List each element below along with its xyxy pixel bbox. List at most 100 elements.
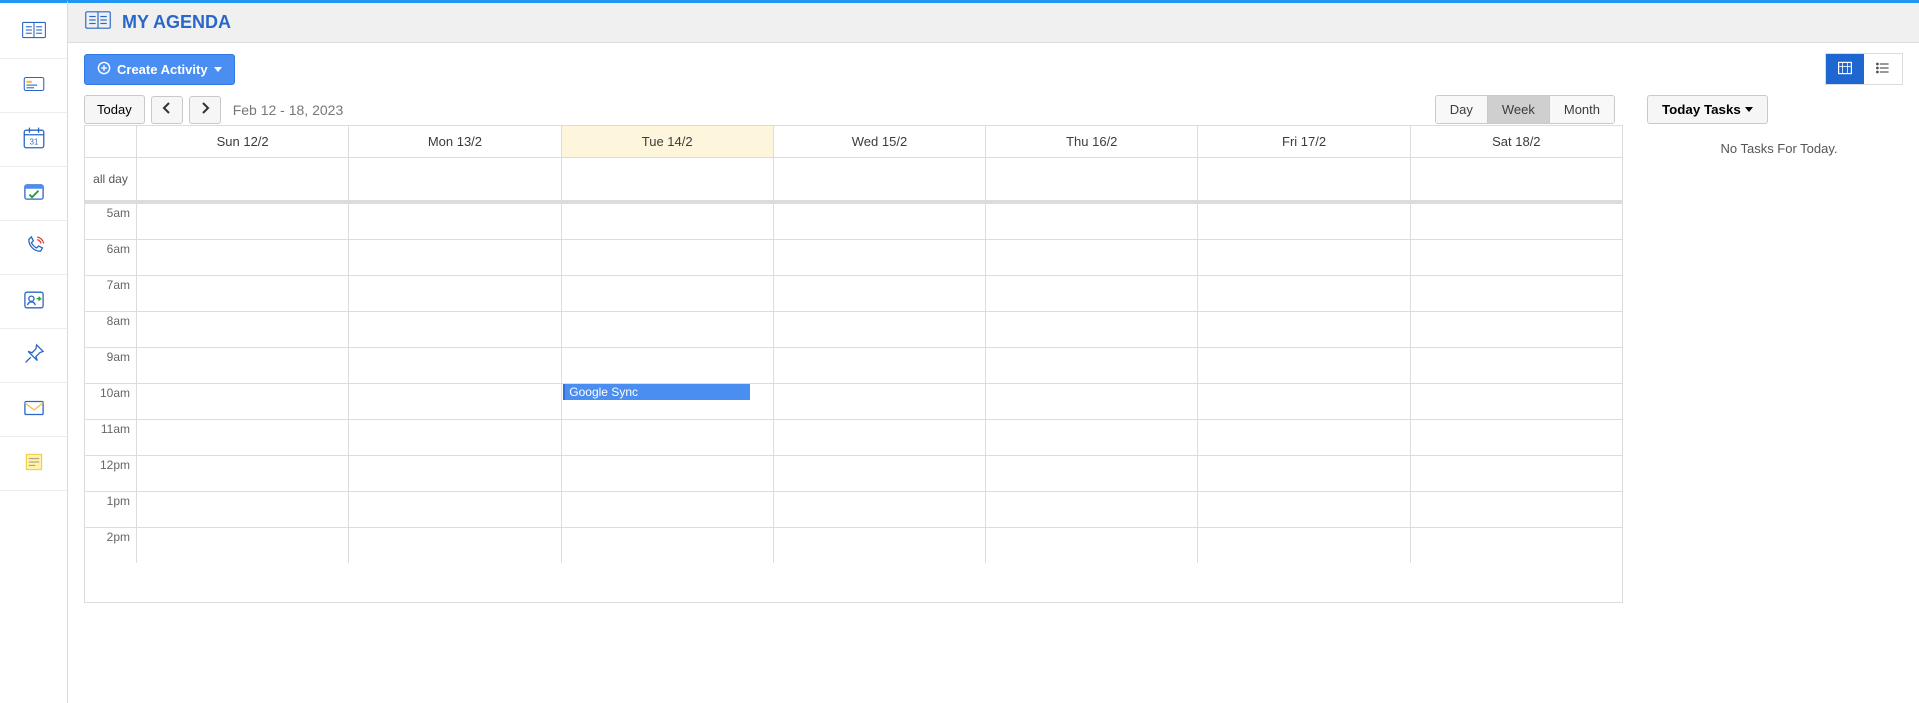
time-slot[interactable] xyxy=(562,491,774,527)
time-slot[interactable] xyxy=(137,455,349,491)
create-activity-button[interactable]: Create Activity xyxy=(84,54,235,85)
sidebar-item-notes[interactable] xyxy=(0,437,67,491)
time-slot[interactable] xyxy=(1198,527,1410,563)
time-slot[interactable] xyxy=(1411,383,1622,419)
time-slot[interactable] xyxy=(1411,275,1622,311)
time-slot[interactable] xyxy=(562,203,774,239)
time-slot[interactable] xyxy=(137,311,349,347)
time-slot[interactable] xyxy=(1411,455,1622,491)
time-slot[interactable] xyxy=(774,203,986,239)
all-day-cell[interactable] xyxy=(1411,158,1622,200)
time-slot[interactable] xyxy=(137,347,349,383)
layout-calendar-button[interactable] xyxy=(1826,54,1864,84)
time-slot[interactable] xyxy=(349,419,561,455)
calendar-event[interactable]: Google Sync xyxy=(563,384,750,400)
sidebar-item-calendar[interactable]: 31 xyxy=(0,113,67,167)
time-slot[interactable] xyxy=(349,311,561,347)
time-slot[interactable] xyxy=(562,419,774,455)
time-slot[interactable] xyxy=(774,383,986,419)
time-slot[interactable] xyxy=(1198,383,1410,419)
time-slot[interactable] xyxy=(349,239,561,275)
time-slot[interactable] xyxy=(774,239,986,275)
time-slot[interactable] xyxy=(562,239,774,275)
time-slot[interactable] xyxy=(1411,203,1622,239)
time-slot[interactable] xyxy=(562,311,774,347)
time-slot[interactable] xyxy=(1411,419,1622,455)
prev-button[interactable] xyxy=(151,96,183,124)
time-slot[interactable] xyxy=(986,491,1198,527)
time-slot[interactable] xyxy=(349,383,561,419)
view-mode-week[interactable]: Week xyxy=(1488,96,1550,123)
hour-row: 1pm xyxy=(85,491,1622,527)
time-slot[interactable] xyxy=(986,527,1198,563)
time-slot[interactable] xyxy=(774,527,986,563)
all-day-cell[interactable] xyxy=(986,158,1198,200)
time-slot[interactable] xyxy=(1411,491,1622,527)
all-day-cell[interactable] xyxy=(1198,158,1410,200)
time-slot[interactable] xyxy=(986,419,1198,455)
time-slot[interactable] xyxy=(1198,239,1410,275)
all-day-cell[interactable] xyxy=(562,158,774,200)
time-slot[interactable] xyxy=(774,491,986,527)
time-slot[interactable] xyxy=(774,419,986,455)
time-slot[interactable] xyxy=(562,455,774,491)
caret-down-icon xyxy=(214,67,222,72)
time-slot[interactable] xyxy=(774,311,986,347)
all-day-cell[interactable] xyxy=(349,158,561,200)
view-mode-day[interactable]: Day xyxy=(1436,96,1488,123)
time-slot[interactable] xyxy=(986,203,1198,239)
time-slot[interactable] xyxy=(1198,347,1410,383)
layout-list-button[interactable] xyxy=(1864,54,1902,84)
time-slot[interactable] xyxy=(1198,455,1410,491)
today-tasks-button[interactable]: Today Tasks xyxy=(1647,95,1768,124)
time-slot[interactable] xyxy=(1198,311,1410,347)
time-slot[interactable] xyxy=(349,347,561,383)
all-day-cell[interactable] xyxy=(137,158,349,200)
time-slot[interactable] xyxy=(349,203,561,239)
sidebar-item-call[interactable] xyxy=(0,221,67,275)
time-slot[interactable] xyxy=(1198,203,1410,239)
time-slot[interactable] xyxy=(137,239,349,275)
time-slot[interactable] xyxy=(1198,275,1410,311)
time-slot[interactable] xyxy=(986,239,1198,275)
time-slot[interactable] xyxy=(137,527,349,563)
hour-label: 11am xyxy=(85,419,137,455)
sidebar-item-task[interactable] xyxy=(0,167,67,221)
time-slot[interactable] xyxy=(774,347,986,383)
time-slot[interactable] xyxy=(562,527,774,563)
time-slot[interactable] xyxy=(349,455,561,491)
view-mode-month[interactable]: Month xyxy=(1550,96,1614,123)
time-slot[interactable] xyxy=(986,275,1198,311)
all-day-cell[interactable] xyxy=(774,158,986,200)
time-slot[interactable] xyxy=(1198,419,1410,455)
time-slot[interactable] xyxy=(349,275,561,311)
time-slot[interactable] xyxy=(562,275,774,311)
time-slot[interactable] xyxy=(1198,491,1410,527)
time-slot[interactable] xyxy=(1411,347,1622,383)
time-slot[interactable] xyxy=(986,383,1198,419)
time-slot[interactable] xyxy=(1411,311,1622,347)
sidebar-item-pin[interactable] xyxy=(0,329,67,383)
time-slot[interactable] xyxy=(137,419,349,455)
next-button[interactable] xyxy=(189,96,221,124)
time-slot[interactable] xyxy=(986,347,1198,383)
sidebar-item-report[interactable] xyxy=(0,59,67,113)
time-slot[interactable] xyxy=(1411,239,1622,275)
time-slot[interactable] xyxy=(349,527,561,563)
time-slot[interactable] xyxy=(137,275,349,311)
today-button[interactable]: Today xyxy=(84,95,145,124)
time-slot[interactable] xyxy=(562,347,774,383)
time-slot[interactable] xyxy=(137,491,349,527)
time-slot[interactable] xyxy=(986,455,1198,491)
time-slot[interactable] xyxy=(137,383,349,419)
time-slot[interactable] xyxy=(349,491,561,527)
calendar-grid[interactable]: 5am6am7am8am9am10am11am12pm1pm2pm Google… xyxy=(84,203,1623,603)
time-slot[interactable] xyxy=(986,311,1198,347)
sidebar-item-mail[interactable] xyxy=(0,383,67,437)
time-slot[interactable] xyxy=(1411,527,1622,563)
sidebar-item-agenda[interactable] xyxy=(0,5,67,59)
time-slot[interactable] xyxy=(137,203,349,239)
time-slot[interactable] xyxy=(774,275,986,311)
time-slot[interactable] xyxy=(774,455,986,491)
sidebar-item-contact[interactable] xyxy=(0,275,67,329)
